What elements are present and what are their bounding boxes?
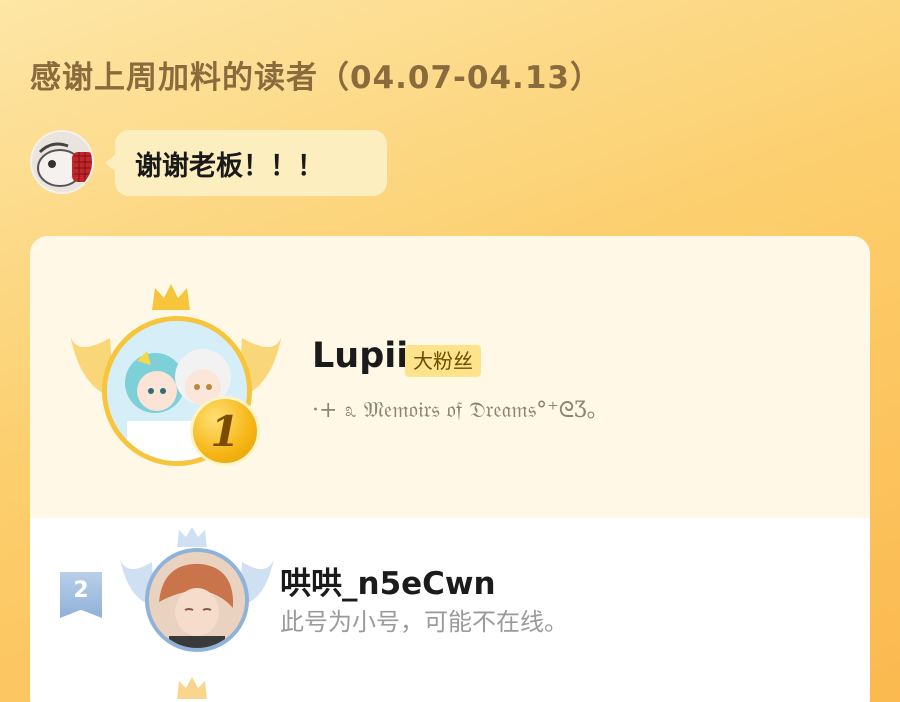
rank-2-number: 2 — [73, 578, 89, 603]
rank-1-username[interactable]: Lupii — [312, 336, 408, 376]
rank-2-signature: 此号为小号，可能不在线。 — [280, 608, 568, 636]
author-thanks-text: 谢谢老板！！！ — [135, 150, 324, 182]
author-avatar-illustration — [32, 132, 92, 192]
rank-1-number: 1 — [210, 406, 240, 456]
gold-crown-icon — [152, 284, 190, 310]
rank-2-avatar[interactable] — [145, 548, 249, 652]
silver-crown-icon — [177, 527, 207, 547]
rank-2-avatar-illustration — [149, 552, 245, 648]
fan-level-badge: 大粉丝 — [405, 345, 481, 377]
author-avatar[interactable] — [30, 130, 94, 194]
author-thanks-bubble: 谢谢老板！！！ — [105, 130, 387, 196]
rank-3-crown-icon — [177, 677, 207, 699]
rank-1-signature: ·+ ೩ 𝔐𝔢𝔪𝔬𝔦𝔯𝔰 𝔬𝔣 𝔇𝔯𝔢𝔞𝔪𝔰°⁺ᘓƷ。 — [312, 398, 609, 423]
rank-1-section[interactable]: 1 Lupii 大粉丝 ·+ ೩ 𝔐𝔢𝔪𝔬𝔦𝔯𝔰 𝔬𝔣 𝔇𝔯𝔢𝔞𝔪𝔰°⁺ᘓƷ。 — [30, 236, 870, 518]
rank-2-flag: 2 — [60, 572, 102, 618]
rank-1-medal: 1 — [190, 396, 260, 466]
page-title: 感谢上周加料的读者（04.07-04.13） — [30, 60, 602, 96]
rank-2-username[interactable]: 哄哄_n5eCwn — [280, 558, 496, 603]
supporter-ranking-card: 1 Lupii 大粉丝 ·+ ೩ 𝔐𝔢𝔪𝔬𝔦𝔯𝔰 𝔬𝔣 𝔇𝔯𝔢𝔞𝔪𝔰°⁺ᘓƷ。 … — [30, 236, 870, 702]
